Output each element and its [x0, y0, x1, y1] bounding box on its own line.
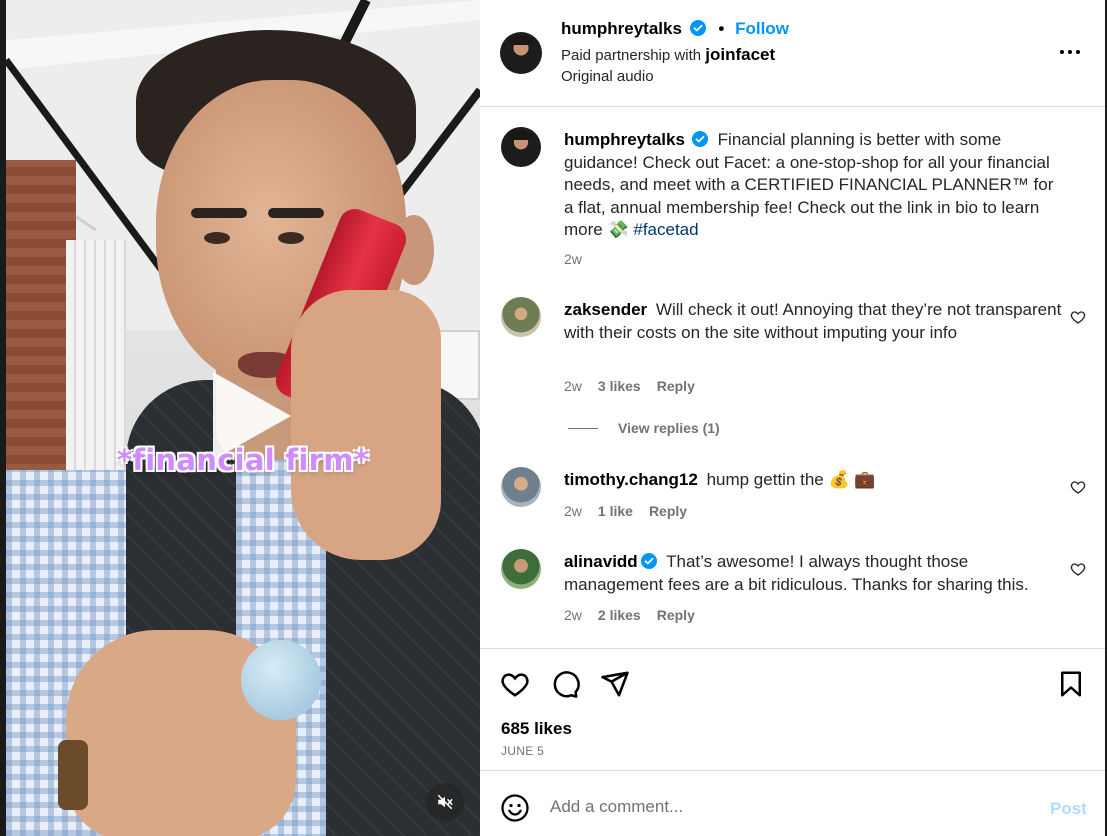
view-replies-label: View replies (1) — [618, 420, 720, 436]
post-date: JUNE 5 — [501, 744, 545, 758]
comment-like-heart-icon[interactable] — [1070, 309, 1086, 325]
comment-likes[interactable]: 3 likes — [598, 378, 641, 394]
partnership-prefix: Paid partnership with — [561, 47, 702, 64]
comment-body: hump gettin the 💰 💼 — [706, 470, 876, 489]
commenter-avatar[interactable] — [501, 297, 541, 337]
verified-icon — [689, 20, 706, 36]
comment-icon[interactable] — [550, 669, 580, 699]
header-author-line: humphreytalks • Follow — [561, 19, 789, 39]
share-icon[interactable] — [600, 669, 630, 699]
verified-icon — [640, 553, 657, 569]
follow-button[interactable]: Follow — [735, 19, 789, 38]
post-comment-button[interactable]: Post — [1050, 799, 1087, 819]
author-username[interactable]: humphreytalks — [561, 19, 682, 38]
comment-age: 2w — [564, 503, 582, 519]
comment-reply-button[interactable]: Reply — [649, 503, 687, 519]
hand-holding-phone — [291, 290, 441, 560]
bookmark-icon[interactable] — [1056, 669, 1086, 699]
comment-text-block: zaksender Will check it out! Annoying th… — [564, 299, 1064, 344]
comment-like-heart-icon[interactable] — [1070, 561, 1086, 577]
likes-count[interactable]: 685 likes — [501, 719, 572, 739]
replies-line — [568, 428, 598, 429]
separator-dot: • — [718, 19, 725, 38]
author-avatar[interactable] — [500, 32, 542, 74]
commenter-avatar[interactable] — [501, 467, 541, 507]
right-eye — [278, 232, 304, 244]
post-side-panel: humphreytalks • Follow Paid partnership … — [480, 0, 1105, 836]
muted-speaker-icon — [437, 794, 453, 810]
action-bar: 685 likes JUNE 5 — [480, 648, 1105, 770]
comment-likes[interactable]: 1 like — [598, 503, 633, 519]
comment-age: 2w — [564, 607, 582, 623]
mute-button[interactable] — [426, 783, 464, 821]
caption-avatar[interactable] — [501, 127, 541, 167]
partnership-line: Paid partnership with joinfacet — [561, 45, 775, 65]
post-header: humphreytalks • Follow Paid partnership … — [480, 0, 1105, 107]
emoji-icon[interactable] — [500, 793, 530, 823]
comment-likes[interactable]: 2 likes — [598, 607, 641, 623]
view-replies-button[interactable]: View replies (1) — [568, 420, 720, 436]
post-modal: *financial firm* humphreytalks • Follow — [6, 0, 1105, 836]
comment-meta: 2w 1 like Reply — [564, 503, 703, 519]
comment-text-block: alinavidd That’s awesome! I always thoug… — [564, 551, 1064, 596]
comment-reply-button[interactable]: Reply — [657, 607, 695, 623]
partner-link[interactable]: joinfacet — [705, 45, 775, 64]
commenter-username[interactable]: alinavidd — [564, 552, 638, 571]
comment-meta: 2w 3 likes Reply — [564, 378, 711, 394]
comment-reply-button[interactable]: Reply — [657, 378, 695, 394]
right-brow — [268, 208, 324, 218]
verified-icon — [691, 131, 708, 147]
caption-age: 2w — [564, 251, 598, 267]
comment-text-block: timothy.chang12 hump gettin the 💰 💼 — [564, 469, 1064, 492]
comment-input[interactable] — [550, 797, 1030, 817]
audio-link[interactable]: Original audio — [561, 68, 654, 85]
wristwatch — [58, 740, 88, 810]
hashtag-link[interactable]: #facetad — [633, 220, 698, 239]
left-eye — [204, 232, 230, 244]
caption-username[interactable]: humphreytalks — [564, 130, 685, 149]
video-caption-overlay: *financial firm* — [116, 443, 370, 477]
comment-age: 2w — [564, 378, 582, 394]
comment-like-heart-icon[interactable] — [1070, 479, 1086, 495]
stress-ball — [241, 640, 321, 720]
left-brow — [191, 208, 247, 218]
heart-icon[interactable] — [500, 669, 530, 699]
reel-video[interactable]: *financial firm* — [6, 0, 480, 836]
caption-text-block: humphreytalks Financial planning is bett… — [564, 129, 1064, 242]
commenter-avatar[interactable] — [501, 549, 541, 589]
caption-age-text: 2w — [564, 251, 582, 267]
comment-meta: 2w 2 likes Reply — [564, 607, 711, 623]
add-comment-bar: Post — [480, 770, 1105, 836]
commenter-username[interactable]: timothy.chang12 — [564, 470, 698, 489]
commenter-username[interactable]: zaksender — [564, 300, 647, 319]
more-options-icon[interactable] — [1058, 40, 1082, 64]
